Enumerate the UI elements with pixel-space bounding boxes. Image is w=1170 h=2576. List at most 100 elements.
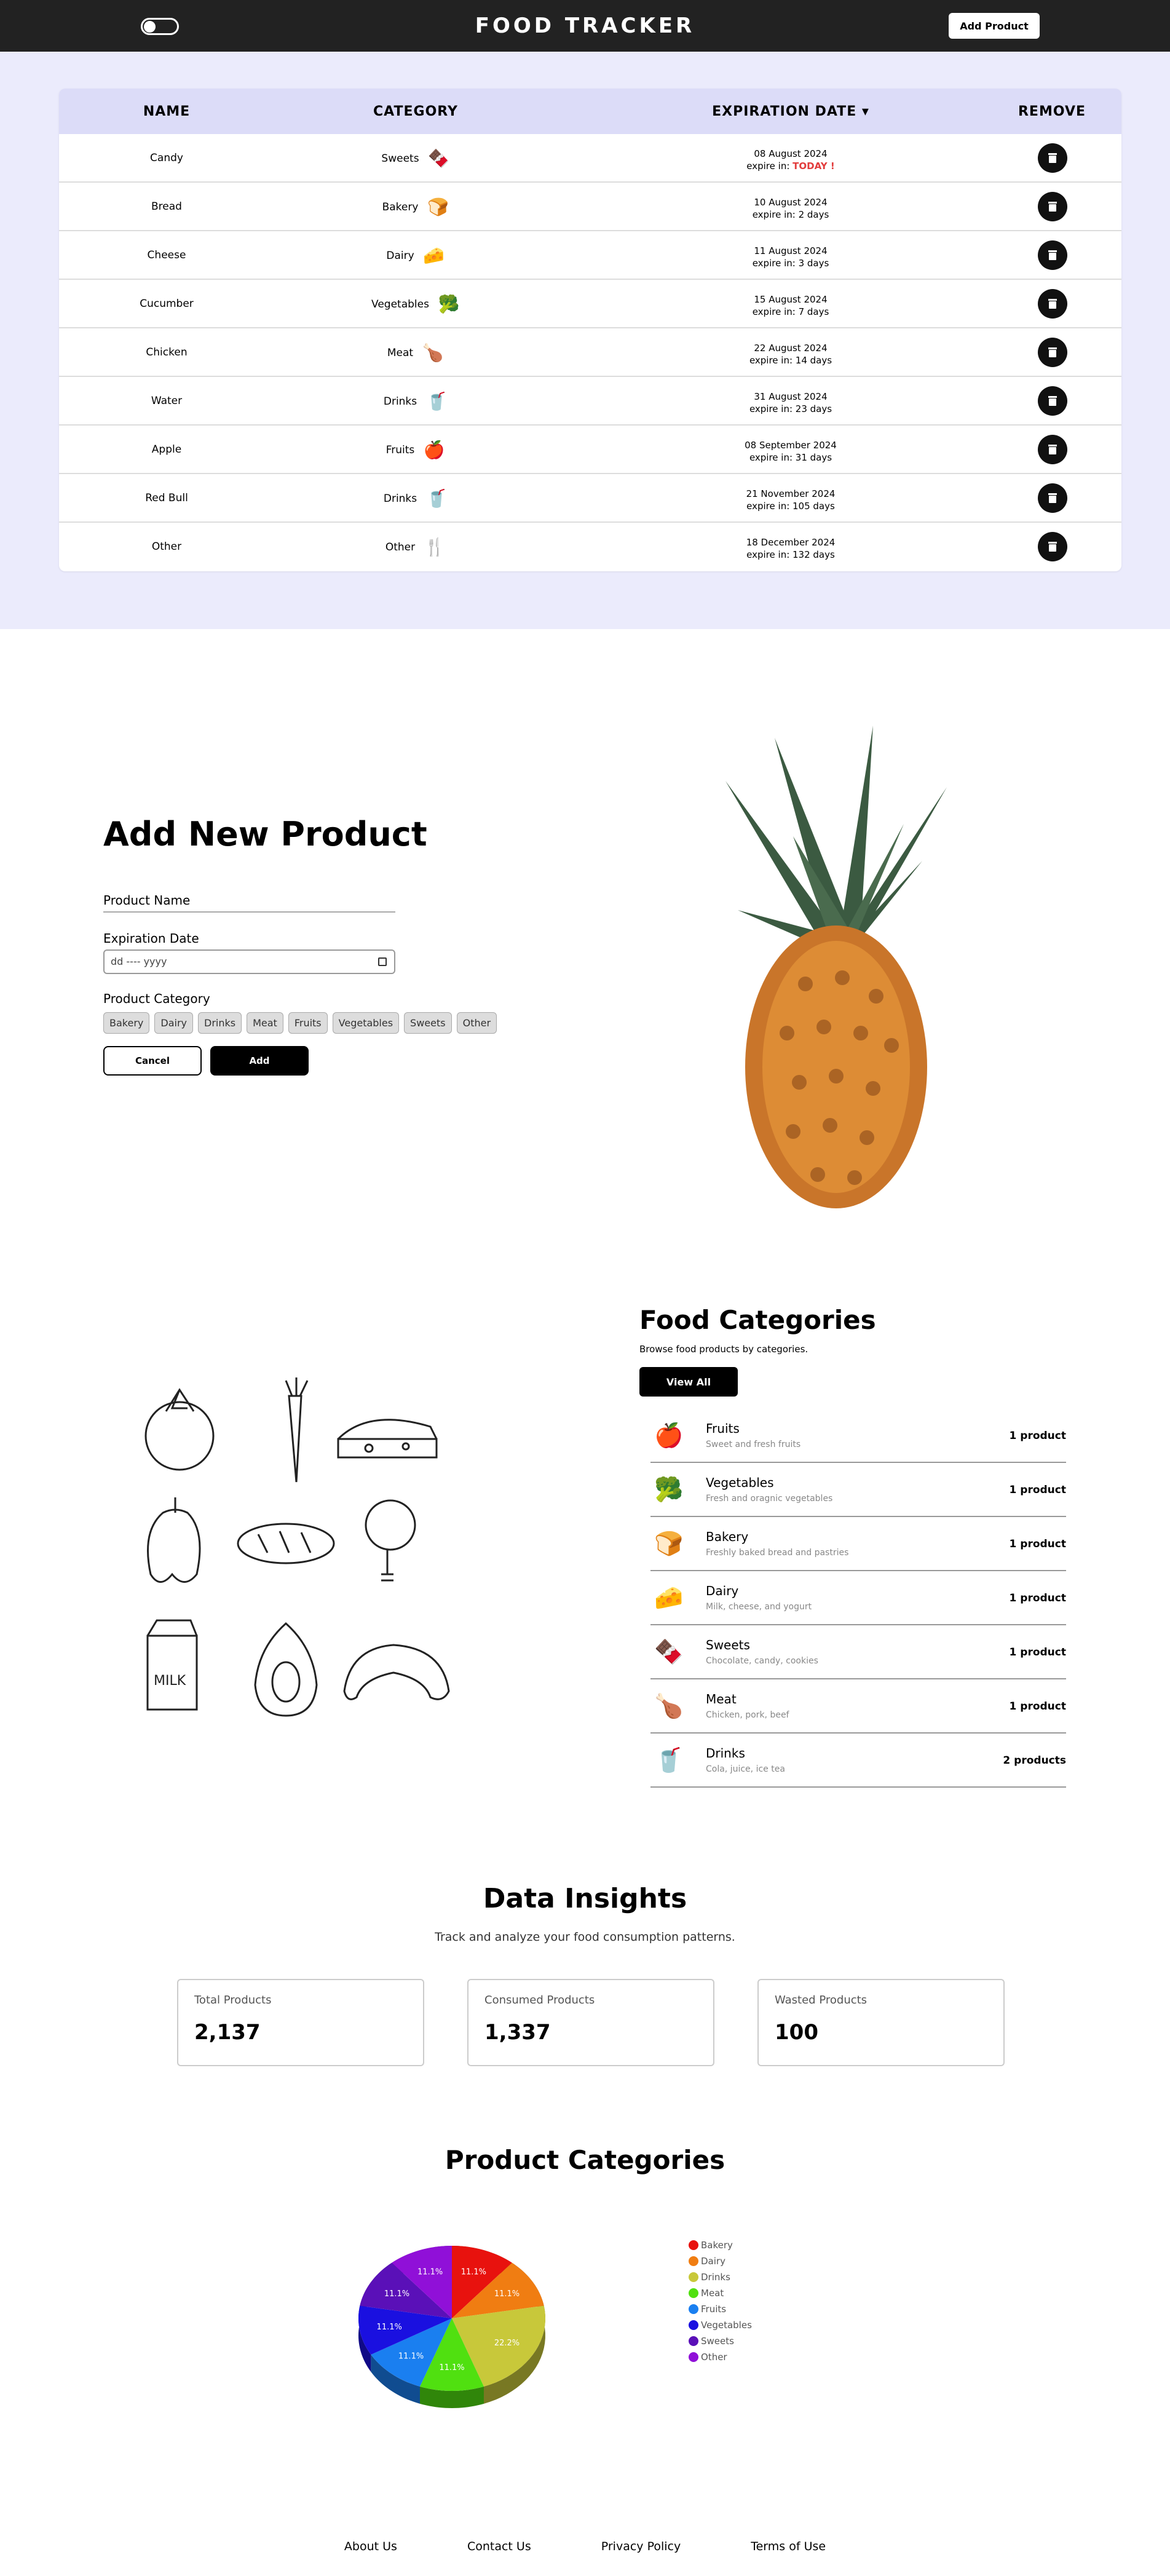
- category-label: Meat: [387, 346, 414, 359]
- product-category: Other 🍴: [323, 523, 508, 571]
- category-chip-vegetables[interactable]: Vegetables: [332, 1012, 400, 1034]
- remove-button[interactable]: [1038, 338, 1067, 367]
- expire-label: expire in: 23 days: [749, 403, 832, 414]
- category-emoji-icon: 🍗: [654, 1692, 684, 1719]
- table-row: Bread Bakery 🍞 10 August 2024 expire in: 2…: [59, 183, 1121, 231]
- add-product-button[interactable]: Add Product: [949, 13, 1040, 39]
- remove-button[interactable]: [1038, 192, 1067, 221]
- table-row: Chicken Meat 🍗 22 August 2024 expire in: 1…: [59, 328, 1121, 377]
- legend-item: Bakery: [689, 2237, 752, 2253]
- category-item-bakery[interactable]: 🍞 Bakery Freshly baked bread and pastries…: [650, 1517, 1066, 1571]
- category-count: 1 product: [1009, 1700, 1066, 1713]
- remove-button[interactable]: [1038, 386, 1067, 416]
- category-chip-sweets[interactable]: Sweets: [404, 1012, 452, 1034]
- category-chip-drinks[interactable]: Drinks: [198, 1012, 242, 1034]
- trash-icon: [1048, 250, 1057, 260]
- table-header: NAME CATEGORY EXPIRATION DATE ▾ REMOVE: [59, 89, 1121, 134]
- tomato-icon: [144, 1388, 215, 1471]
- category-item-dairy[interactable]: 🧀 Dairy Milk, cheese, and yogurt 1 produc…: [650, 1571, 1066, 1625]
- expiration-date-input[interactable]: dd ---- yyyy: [103, 949, 395, 974]
- category-icon: 🍴: [424, 537, 446, 557]
- expire-label: expire in: 14 days: [749, 355, 832, 366]
- footer-link-about-us[interactable]: About Us: [344, 2540, 397, 2553]
- footer: About Us Contact Us Privacy Policy Terms of…: [0, 2540, 1170, 2553]
- product-name: Bread: [151, 200, 182, 213]
- remove-button[interactable]: [1038, 483, 1067, 513]
- expire-today: TODAY !: [793, 161, 835, 172]
- category-chip-other[interactable]: Other: [456, 1012, 497, 1034]
- category-chip-bakery[interactable]: Bakery: [103, 1012, 150, 1034]
- expire-label: expire in: 7 days: [752, 306, 829, 317]
- column-expiration-date[interactable]: EXPIRATION DATE ▾: [674, 104, 907, 119]
- product-categories-title: Product Categories: [445, 2145, 725, 2175]
- view-all-button[interactable]: View All: [639, 1367, 738, 1397]
- category-icon: 🥦: [438, 294, 460, 314]
- category-item-vegetables[interactable]: 🥦 Vegetables Fresh and oragnic vegetables…: [650, 1463, 1066, 1517]
- expiration-date: 08 September 2024: [745, 440, 837, 451]
- add-product-form: Add New Product Product Name Expiration …: [103, 815, 497, 1076]
- insight-card: Total Products 2,137: [177, 1979, 424, 2066]
- remove-button[interactable]: [1038, 289, 1067, 319]
- category-desc: Sweet and fresh fruits: [706, 1440, 801, 1449]
- expiration-cell: 08 September 2024 expire in: 31 days: [674, 439, 907, 464]
- expiration-cell: 08 August 2024 expire in: TODAY !: [674, 148, 907, 172]
- expiration-date: 21 November 2024: [746, 488, 836, 499]
- category-desc: Cola, juice, ice tea: [706, 1764, 785, 1774]
- milk-icon: MILK: [146, 1619, 198, 1711]
- category-icon: 🥤: [425, 488, 448, 509]
- category-label: Drinks: [383, 395, 417, 408]
- column-name: NAME: [143, 103, 191, 119]
- category-icon: 🍫: [428, 148, 449, 168]
- date-placeholder: dd ---- yyyy: [111, 956, 167, 967]
- avocado-icon: [254, 1622, 318, 1717]
- legend-color-dot: [689, 2256, 698, 2266]
- category-chip-fruits[interactable]: Fruits: [288, 1012, 328, 1034]
- product-name: Candy: [150, 152, 183, 164]
- remove-button[interactable]: [1038, 143, 1067, 173]
- category-icon: 🧀: [423, 245, 445, 266]
- category-item-fruits[interactable]: 🍎 Fruits Sweet and fresh fruits 1 product: [650, 1409, 1066, 1463]
- category-emoji-icon: 🥤: [654, 1746, 684, 1773]
- cheese-icon: [337, 1419, 438, 1459]
- category-item-drinks[interactable]: 🥤 Drinks Cola, juice, ice tea 2 products: [650, 1734, 1066, 1788]
- category-title: Vegetables: [706, 1475, 774, 1490]
- add-button[interactable]: Add: [210, 1046, 309, 1076]
- product-category: Fruits 🍎: [323, 426, 508, 474]
- data-insights-section: Data Insights Track and analyze your foo…: [0, 1883, 1170, 1944]
- legend-label: Vegetables: [701, 2320, 752, 2331]
- legend-color-dot: [689, 2272, 698, 2282]
- category-chip-meat[interactable]: Meat: [247, 1012, 283, 1034]
- category-count: 1 product: [1009, 1484, 1066, 1496]
- product-category: Meat 🍗: [323, 328, 508, 377]
- expiration-date: 15 August 2024: [754, 294, 828, 305]
- legend-item: Dairy: [689, 2253, 752, 2269]
- category-item-sweets[interactable]: 🍫 Sweets Chocolate, candy, cookies 1 prod…: [650, 1625, 1066, 1679]
- category-item-meat[interactable]: 🍗 Meat Chicken, pork, beef 1 product: [650, 1679, 1066, 1734]
- legend-label: Other: [701, 2352, 727, 2363]
- category-label: Drinks: [383, 492, 417, 505]
- legend-item: Meat: [689, 2285, 752, 2301]
- category-icon: 🍗: [422, 343, 444, 363]
- remove-button[interactable]: [1038, 435, 1067, 464]
- category-desc: Chicken, pork, beef: [706, 1710, 789, 1720]
- food-categories-section: Food Categories Browse food products by …: [639, 1305, 1070, 1788]
- expiration-cell: 11 August 2024 expire in: 3 days: [674, 245, 907, 269]
- footer-link-privacy-policy[interactable]: Privacy Policy: [601, 2540, 681, 2553]
- pie-slice-label: 22.2%: [494, 2339, 520, 2348]
- legend-item: Other: [689, 2349, 752, 2365]
- table-row: Apple Fruits 🍎 08 September 2024 expire in…: [59, 426, 1121, 474]
- legend-label: Sweets: [701, 2336, 734, 2347]
- calendar-icon[interactable]: [378, 957, 387, 966]
- pie-slice-label: 11.1%: [439, 2363, 464, 2372]
- category-chip-dairy[interactable]: Dairy: [154, 1012, 193, 1034]
- category-desc: Freshly baked bread and pastries: [706, 1548, 849, 1558]
- remove-button[interactable]: [1038, 240, 1067, 270]
- category-count: 1 product: [1009, 1592, 1066, 1604]
- footer-link-contact-us[interactable]: Contact Us: [467, 2540, 531, 2553]
- remove-button[interactable]: [1038, 532, 1067, 561]
- cancel-button[interactable]: Cancel: [103, 1046, 202, 1076]
- top-bar: FOOD TRACKER Add Product: [0, 0, 1170, 52]
- footer-link-terms-of-use[interactable]: Terms of Use: [751, 2540, 826, 2553]
- product-category: Vegetables 🥦: [323, 280, 508, 328]
- card-label: Consumed Products: [484, 1994, 595, 2007]
